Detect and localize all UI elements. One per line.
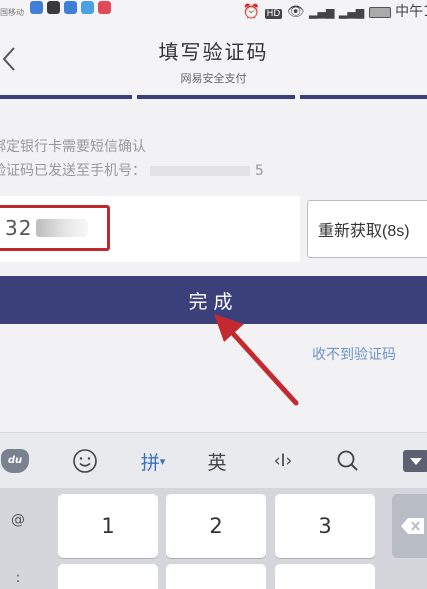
page-title: 填写验证码 <box>158 40 269 64</box>
symbol-column: @ : <box>0 488 42 589</box>
resend-code-button[interactable]: 重新获取(8s) <box>307 200 427 258</box>
info-line-1: 绑定银行卡需要短信确认 <box>0 139 146 155</box>
clock: 中午12 <box>395 4 427 20</box>
backspace-key[interactable] <box>392 494 427 558</box>
pinyin-mode-button[interactable]: 拼 ▾ <box>130 433 176 489</box>
code-row: 32 重新获取(8s) <box>0 196 427 262</box>
info-line-2: 验证码已发送至手机号： 5 <box>0 163 264 179</box>
masked-code-digits <box>36 219 89 237</box>
key-1[interactable]: 1 <box>58 494 158 558</box>
masked-phone-number <box>150 166 251 176</box>
search-icon[interactable] <box>333 433 363 489</box>
step-bar <box>300 95 427 99</box>
app-notification-icon <box>64 1 77 14</box>
no-code-link[interactable]: 收不到验证码 <box>312 344 396 364</box>
eye-icon: 👁 <box>286 4 305 20</box>
shield-icon <box>47 1 60 14</box>
code-value: 32 <box>5 216 33 240</box>
status-bar: 国移动 ⏰ HD 👁 ▂▄▆ ▂▄▆ 中午12 <box>0 0 427 22</box>
english-mode-button[interactable]: 英 <box>200 433 234 489</box>
carrier-label: 国移动 <box>0 8 24 17</box>
app-notification-icon <box>81 1 94 14</box>
battery-icon <box>368 6 391 18</box>
signal-icon: ▂▄▆ <box>309 6 335 19</box>
keyboard: @ : 1 2 3 <box>0 488 427 589</box>
hide-keyboard-icon[interactable] <box>403 433 427 489</box>
app-notification-icon <box>98 1 111 14</box>
key-6-partial[interactable] <box>275 564 375 589</box>
cursor-control-icon[interactable]: ‹I› <box>266 433 300 489</box>
emoji-icon[interactable] <box>68 433 102 489</box>
page-subtitle: 网易安全支付 <box>180 72 247 85</box>
annotation-arrow-icon <box>214 314 299 406</box>
symbol-key-colon[interactable]: : <box>0 570 36 586</box>
sms-info: 绑定银行卡需要短信确认 验证码已发送至手机号： 5 <box>0 135 264 183</box>
alarm-icon: ⏰ <box>242 4 261 20</box>
step-indicator <box>0 95 427 99</box>
key-4-partial[interactable] <box>58 564 158 589</box>
hd-icon: HD <box>264 9 283 19</box>
key-5-partial[interactable] <box>166 564 266 589</box>
page-header: 填写验证码 网易安全支付 <box>0 22 427 95</box>
step-bar <box>137 95 295 99</box>
app-notification-icon <box>30 1 43 14</box>
phone-tail: 5 <box>254 163 264 179</box>
step-bar <box>0 95 132 99</box>
backspace-icon <box>401 518 424 534</box>
keyboard-toolbar: du 拼 ▾ 英 ‹I› <box>0 432 427 488</box>
signal-icon: ▂▄▆ <box>338 6 365 19</box>
key-3[interactable]: 3 <box>275 494 375 558</box>
notification-icons <box>30 1 111 14</box>
key-2[interactable]: 2 <box>166 494 266 558</box>
baidu-input-logo-icon[interactable]: du <box>0 433 30 489</box>
status-right: ⏰ HD 👁 ▂▄▆ ▂▄▆ 中午12 <box>243 1 427 21</box>
verification-code-input[interactable]: 32 <box>0 205 110 251</box>
symbol-key-at[interactable]: @ <box>0 512 36 528</box>
